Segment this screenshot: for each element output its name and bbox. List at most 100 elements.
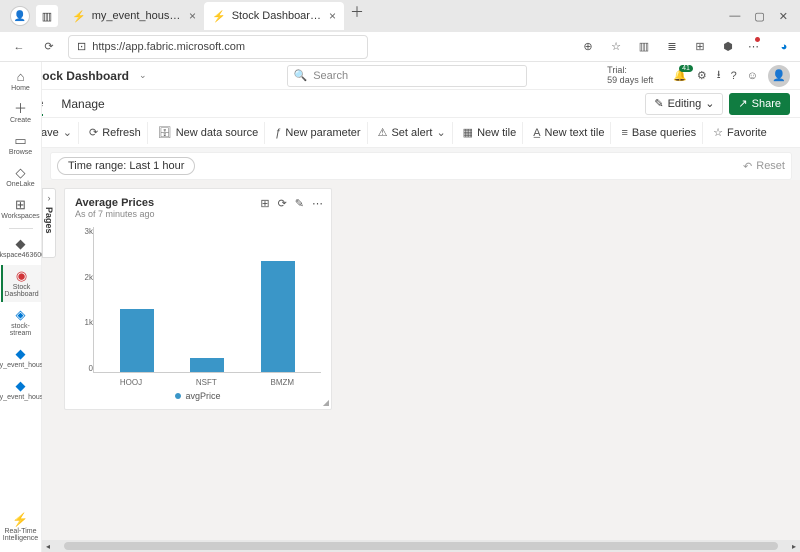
y-tick: 1k <box>75 318 93 327</box>
rail-home[interactable]: ⌂Home <box>1 66 41 96</box>
pages-label: Pages <box>44 207 54 234</box>
url-field[interactable]: ⊡ https://app.fabric.microsoft.com <box>68 35 368 59</box>
share-icon: ↗ <box>738 97 747 110</box>
bar <box>190 358 224 373</box>
rail-browse[interactable]: ▭Browse <box>1 130 41 160</box>
onelake-icon: ◇ <box>16 166 26 179</box>
y-tick: 0 <box>75 364 93 373</box>
rail-event-house[interactable]: ◆my_event_house <box>1 375 41 405</box>
search-icon: 🔍 <box>294 69 308 82</box>
tile-icon: ▦ <box>463 126 473 139</box>
rail-workspace[interactable]: ◆workspace46360677 <box>1 233 41 263</box>
new-text-tile-button[interactable]: A̲New text tile <box>527 122 611 144</box>
close-icon[interactable]: × <box>329 9 336 23</box>
rail-create[interactable]: ＋Create <box>1 98 41 128</box>
scroll-right-icon[interactable]: ▸ <box>788 542 800 551</box>
feedback-icon[interactable]: ☺ <box>747 70 758 82</box>
minimize-button[interactable]: — <box>729 10 740 23</box>
new-tab-button[interactable]: ＋ <box>344 2 370 30</box>
notifications-icon[interactable]: 🔔41 <box>673 69 687 82</box>
eventhouse-icon: ◆ <box>16 379 26 392</box>
maximize-button[interactable]: ▢ <box>754 10 764 23</box>
refresh-tile-icon[interactable]: ⟳ <box>278 197 287 210</box>
refresh-button[interactable]: ⟳ <box>38 36 60 58</box>
more-icon[interactable]: ⋯ <box>748 40 764 53</box>
workspace-icon: ◆ <box>16 237 26 250</box>
search-input[interactable]: 🔍 Search <box>287 65 527 87</box>
time-range-bar: Time range: Last 1 hour ↶Reset <box>50 152 792 180</box>
set-alert-button[interactable]: ⚠Set alert⌄ <box>372 122 453 144</box>
chevron-right-icon: › <box>48 193 51 203</box>
chevron-down-icon: ⌄ <box>436 126 445 139</box>
more-icon[interactable]: ⋯ <box>312 197 323 210</box>
browser-profile-avatar[interactable]: 👤 <box>10 6 30 26</box>
star-icon: ☆ <box>713 126 723 139</box>
edit-tile-icon[interactable]: ✎ <box>295 197 304 210</box>
app-header: ⠿ Stock Dashboard ⌄ 🔍 Search Trial: 59 d… <box>0 62 800 90</box>
browser-tab[interactable]: ⚡ my_event_house - Real-Time Inte × <box>64 2 204 30</box>
dashboard-icon: ◉ <box>16 269 27 282</box>
reset-button[interactable]: ↶Reset <box>743 160 785 173</box>
lightning-icon: ⚡ <box>72 10 86 23</box>
favorites-icon[interactable]: ≣ <box>664 40 680 53</box>
rail-separator <box>9 228 33 229</box>
help-icon[interactable]: ? <box>731 70 737 82</box>
pencil-icon: ✎ <box>654 97 663 110</box>
document-title[interactable]: Stock Dashboard <box>30 69 129 83</box>
chart-legend: avgPrice <box>75 391 321 401</box>
split-screen-icon[interactable]: ▥ <box>636 40 652 53</box>
collections-icon[interactable]: ⊞ <box>692 40 708 53</box>
lightning-icon: ⚡ <box>212 10 226 23</box>
close-window-button[interactable]: ✕ <box>779 10 788 23</box>
copilot-icon[interactable]: ◕ <box>776 41 792 53</box>
settings-icon[interactable]: ⚙ <box>697 69 707 82</box>
time-range-chip[interactable]: Time range: Last 1 hour <box>57 157 195 175</box>
tab-label: my_event_house - Real-Time Inte <box>92 10 183 22</box>
resize-handle[interactable]: ◢ <box>323 398 329 407</box>
undo-icon: ↶ <box>743 160 752 173</box>
new-tile-button[interactable]: ▦New tile <box>457 122 524 144</box>
lock-icon: ⊡ <box>77 40 86 53</box>
rail-stock-stream[interactable]: ◈stock-stream <box>1 304 41 341</box>
x-tick: NSFT <box>196 378 217 387</box>
base-queries-button[interactable]: ≡Base queries <box>615 122 703 144</box>
editing-mode-button[interactable]: ✎ Editing ⌄ <box>645 93 723 115</box>
scroll-track[interactable] <box>64 542 778 550</box>
search-url-icon[interactable]: ⊕ <box>580 40 596 53</box>
extensions-icon[interactable]: ⬢ <box>720 40 736 53</box>
tab-label: Stock Dashboard - Real-Time Inte <box>232 10 323 22</box>
explore-icon[interactable]: ⊞ <box>260 197 269 210</box>
x-tick: BMZM <box>271 378 295 387</box>
alert-icon: ⚠ <box>378 126 388 139</box>
bar-chart: 3k 2k 1k 0 HOOJNSFTBMZM <box>75 227 321 387</box>
new-data-source-button[interactable]: 🗄New data source <box>152 122 266 144</box>
search-placeholder: Search <box>313 70 348 82</box>
close-icon[interactable]: × <box>189 9 196 23</box>
download-icon[interactable]: ⭳ <box>717 66 721 85</box>
favorite-button[interactable]: ☆Favorite <box>707 122 773 144</box>
horizontal-scrollbar[interactable]: ◂ ▸ <box>42 540 800 552</box>
user-avatar[interactable]: 👤 <box>768 65 790 87</box>
tab-overview-button[interactable]: ▥ <box>36 5 58 27</box>
plus-icon: ＋ <box>14 102 27 115</box>
rail-realtime-intelligence[interactable]: ⚡Real-Time Intelligence <box>1 509 41 546</box>
scroll-left-icon[interactable]: ◂ <box>42 542 54 551</box>
url-text: https://app.fabric.microsoft.com <box>92 41 245 53</box>
rail-event-house[interactable]: ◆my_event_house <box>1 343 41 373</box>
rail-onelake[interactable]: ◇OneLake <box>1 162 41 192</box>
pages-panel-toggle[interactable]: › Pages <box>42 188 56 258</box>
eventhouse-icon: ◆ <box>16 347 26 360</box>
new-parameter-button[interactable]: ƒNew parameter <box>269 122 367 144</box>
dashboard-canvas[interactable]: Average Prices As of 7 minutes ago ⊞ ⟳ ✎… <box>56 180 800 540</box>
tile-average-prices[interactable]: Average Prices As of 7 minutes ago ⊞ ⟳ ✎… <box>64 188 332 410</box>
back-button[interactable]: ← <box>8 36 30 58</box>
rail-workspaces[interactable]: ⊞Workspaces <box>1 194 41 224</box>
star-icon[interactable]: ☆ <box>608 40 624 53</box>
rail-stock-dashboard[interactable]: ◉Stock Dashboard <box>1 265 41 302</box>
share-button[interactable]: ↗ Share <box>729 93 790 115</box>
tab-manage[interactable]: Manage <box>61 93 104 115</box>
refresh-button[interactable]: ⟳Refresh <box>83 122 148 144</box>
chevron-down-icon[interactable]: ⌄ <box>139 70 147 81</box>
browser-tab-active[interactable]: ⚡ Stock Dashboard - Real-Time Inte × <box>204 2 344 30</box>
chevron-down-icon: ⌄ <box>705 97 714 110</box>
